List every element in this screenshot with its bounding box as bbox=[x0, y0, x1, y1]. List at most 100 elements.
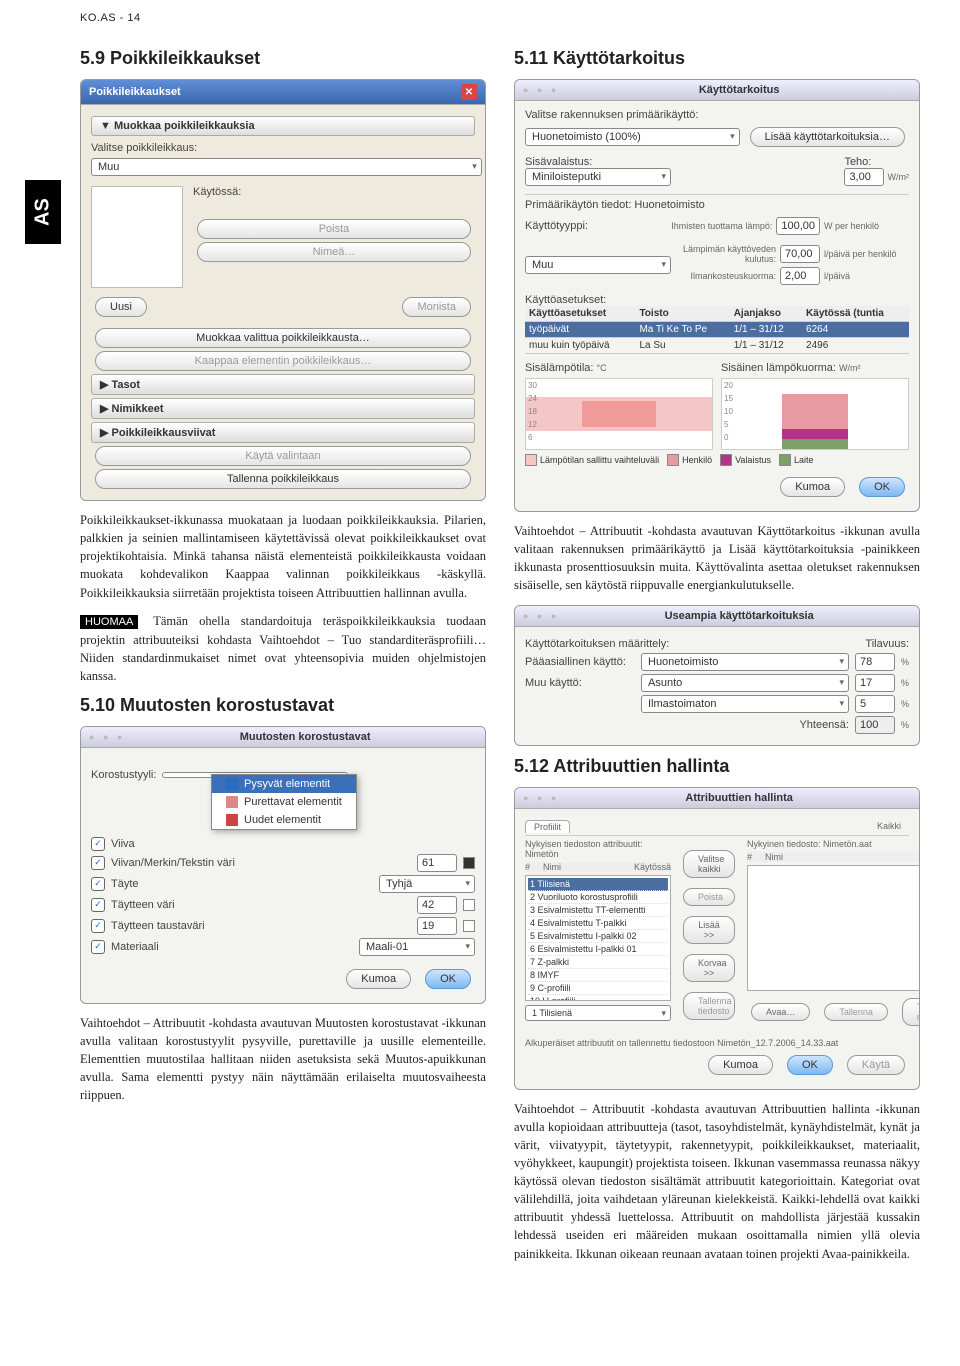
close-icon[interactable]: ✕ bbox=[461, 84, 477, 100]
avaa-button[interactable]: Avaa… bbox=[751, 1003, 810, 1021]
paragraph-huomaa: HUOMAA Tämän ohella standardoituja teräs… bbox=[80, 612, 486, 685]
attr-right-list[interactable] bbox=[747, 865, 920, 991]
poista-button[interactable]: Poista bbox=[683, 888, 735, 906]
us-r2-select[interactable]: Asunto bbox=[641, 674, 849, 692]
kayta-button[interactable]: Käytä bbox=[847, 1055, 905, 1075]
ok-button[interactable]: OK bbox=[787, 1055, 833, 1075]
chart-sisalampotila: 302418126 bbox=[525, 378, 713, 450]
muokkaa-valittua-button[interactable]: Muokkaa valittua poikkileikkausta… bbox=[95, 328, 471, 348]
color-swatch[interactable] bbox=[463, 920, 475, 932]
uusi-button[interactable]: Uusi bbox=[95, 297, 147, 317]
leg-range: Lämpötilan sallittu vaihteluväli bbox=[540, 455, 659, 465]
accordion-tasot[interactable]: ▶ Tasot bbox=[91, 374, 475, 395]
sisa-select[interactable]: Miniloisteputki bbox=[525, 168, 671, 186]
lisaa-button[interactable]: Lisää >> bbox=[683, 916, 735, 944]
lisaa-kt-button[interactable]: Lisää käyttötarkoituksia… bbox=[750, 127, 905, 147]
tab-profiilit[interactable]: Profiilit bbox=[525, 820, 570, 833]
menu-item-uudet[interactable]: Uudet elementit bbox=[212, 811, 356, 829]
nimea-button[interactable]: Nimeä… bbox=[197, 242, 471, 262]
tallenna-nimella-button[interactable]: Tallenna nimellä… bbox=[902, 998, 920, 1026]
kaappaa-button[interactable]: Kaappaa elementin poikkileikkaus… bbox=[95, 351, 471, 371]
poikkileikkaukset-window: Poikkileikkaukset ✕ ▼ Muokkaa poikkileik… bbox=[80, 79, 486, 501]
tallenna-tiedosto-button[interactable]: Tallenna tiedosto bbox=[683, 992, 735, 1020]
r2-input[interactable]: 70,00 bbox=[780, 245, 820, 263]
r1-input[interactable]: 100,00 bbox=[776, 217, 820, 235]
page-header-ref: KO.AS - 14 bbox=[80, 12, 141, 24]
ktyyppi-select[interactable]: Muu bbox=[525, 256, 671, 274]
us-r4-v: 100 bbox=[855, 716, 895, 734]
primary-select[interactable]: Huonetoimisto (100%) bbox=[525, 128, 740, 146]
poista-button[interactable]: Poista bbox=[197, 219, 471, 239]
r2-label: Lämpimän käyttöveden kulutus: bbox=[677, 244, 776, 264]
us-r2-v[interactable]: 17 bbox=[855, 674, 895, 692]
chk-viiva[interactable]: ✓ bbox=[91, 837, 105, 851]
aset-table: Käyttöasetukset Toisto Ajanjakso Käytöss… bbox=[525, 306, 909, 354]
menu-item-purettavat[interactable]: Purettavat elementit bbox=[212, 793, 356, 811]
paragraph-attr: Vaihtoehdot – Attribuutit -kohdasta avau… bbox=[514, 1100, 920, 1263]
teho-input[interactable]: 3,00 bbox=[844, 168, 884, 186]
val-42[interactable]: 42 bbox=[417, 896, 457, 914]
th4[interactable]: Käytössä (tuntia bbox=[802, 306, 909, 322]
kayta-valintaan-button[interactable]: Käytä valintaan bbox=[95, 446, 471, 466]
window-title: Poikkileikkaukset bbox=[89, 86, 181, 98]
table-row[interactable]: muu kuin työpäiväLa Su1/1 – 31/122496 bbox=[525, 338, 909, 354]
unit-teho: W/m² bbox=[888, 172, 910, 182]
leg-lai: Laite bbox=[794, 455, 814, 465]
label-korostustyyli: Korostustyyli: bbox=[91, 769, 156, 781]
chk-tausta[interactable]: ✓ bbox=[91, 919, 105, 933]
paragraph-muutos: Vaihtoehdot – Attribuutit -kohdasta avau… bbox=[80, 1014, 486, 1105]
poikkileikkaus-select[interactable]: Muu bbox=[91, 158, 482, 176]
us-r3-v[interactable]: 5 bbox=[855, 695, 895, 713]
heading-5-10: 5.10 Muutosten korostustavat bbox=[80, 695, 486, 716]
window-title: Käyttötarkoitus bbox=[699, 84, 780, 96]
materiaali-select[interactable]: Maali-01 bbox=[359, 938, 475, 956]
window-title: Muutosten korostustavat bbox=[240, 731, 371, 743]
tallenna-poikkileikkaus-button[interactable]: Tallenna poikkileikkaus bbox=[95, 469, 471, 489]
menu-item-pysyvat[interactable]: Pysyvät elementit bbox=[212, 775, 356, 793]
us-r3-select[interactable]: Ilmastoimaton bbox=[641, 695, 849, 713]
ok-button[interactable]: OK bbox=[425, 969, 471, 989]
window-title: Attribuuttien hallinta bbox=[685, 792, 793, 804]
bottom-select[interactable]: 1 Tilisienä bbox=[525, 1005, 671, 1021]
accordion-muokkaa[interactable]: ▼ Muokkaa poikkileikkauksia bbox=[91, 116, 475, 136]
label-tayttevari: Täytteen väri bbox=[111, 899, 411, 911]
attr-left-list[interactable]: 1 Tilisienä2 Vuoriluoto korostusprofiili… bbox=[525, 875, 671, 1001]
us-r1-v[interactable]: 78 bbox=[855, 653, 895, 671]
chk-tayttevari[interactable]: ✓ bbox=[91, 898, 105, 912]
th2[interactable]: Toisto bbox=[635, 306, 729, 322]
r3-input[interactable]: 2,00 bbox=[780, 267, 820, 285]
useampia-window: Useampia käyttötarkoituksia Käyttötarkoi… bbox=[514, 605, 920, 746]
tab-kaikki[interactable]: Kaikki bbox=[869, 820, 909, 832]
kumoa-button[interactable]: Kumoa bbox=[780, 477, 845, 497]
val-61[interactable]: 61 bbox=[417, 854, 457, 872]
tayte-select[interactable]: Tyhjä bbox=[379, 875, 475, 893]
kumoa-button[interactable]: Kumoa bbox=[346, 969, 411, 989]
monista-button[interactable]: Monista bbox=[402, 297, 471, 317]
korvaa-button[interactable]: Korvaa >> bbox=[683, 954, 735, 982]
attr-footer: Alkuperäiset attribuutit on tallennettu … bbox=[525, 1038, 909, 1048]
chart-r-title: Sisäinen lämpökuorma: bbox=[721, 362, 836, 374]
table-row[interactable]: työpäivätMa Ti Ke To Pe1/1 – 31/126264 bbox=[525, 322, 909, 338]
korostustyyli-menu[interactable]: Pysyvät elementit Purettavat elementit U… bbox=[211, 774, 357, 830]
preview-box bbox=[91, 186, 183, 288]
accordion-nimikkeet[interactable]: ▶ Nimikkeet bbox=[91, 398, 475, 419]
label-primary: Valitse rakennuksen primäärikäyttö: bbox=[525, 109, 909, 121]
r2-unit: l/päivä per henkilö bbox=[824, 249, 909, 259]
valitse-kaikki-button[interactable]: Valitse kaikki bbox=[683, 850, 735, 878]
heading-5-12: 5.12 Attribuuttien hallinta bbox=[514, 756, 920, 777]
accordion-viivat[interactable]: ▶ Poikkileikkausviivat bbox=[91, 422, 475, 443]
chk-materiaali[interactable]: ✓ bbox=[91, 940, 105, 954]
th1[interactable]: Käyttöasetukset bbox=[525, 306, 635, 322]
val-19[interactable]: 19 bbox=[417, 917, 457, 935]
color-swatch[interactable] bbox=[463, 899, 475, 911]
th3[interactable]: Ajanjakso bbox=[730, 306, 802, 322]
tallenna-button[interactable]: Tallenna bbox=[824, 1003, 888, 1021]
color-swatch[interactable] bbox=[463, 857, 475, 869]
chk-viivavari[interactable]: ✓ bbox=[91, 856, 105, 870]
chk-tayte[interactable]: ✓ bbox=[91, 877, 105, 891]
kayttotarkoitus-window: Käyttötarkoitus Valitse rakennuksen prim… bbox=[514, 79, 920, 512]
ok-button[interactable]: OK bbox=[859, 477, 905, 497]
kumoa-button[interactable]: Kumoa bbox=[708, 1055, 773, 1075]
label-tausta: Täytteen taustaväri bbox=[111, 920, 411, 932]
us-r1-select[interactable]: Huonetoimisto bbox=[641, 653, 849, 671]
